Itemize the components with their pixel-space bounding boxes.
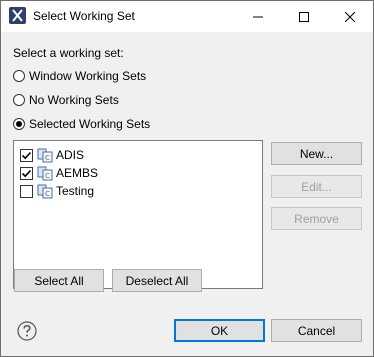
working-set-icon: C (37, 166, 53, 181)
checkmark-icon (21, 151, 32, 159)
working-set-list[interactable]: C ADIS C AEMBS C Testing (13, 140, 263, 289)
close-icon (345, 11, 355, 22)
radio-window-working-sets[interactable]: Window Working Sets (13, 68, 146, 84)
maximize-icon (299, 11, 309, 22)
window-title: Select Working Set (33, 9, 135, 23)
working-set-icon: C (37, 184, 53, 199)
deselect-all-button[interactable]: Deselect All (112, 269, 202, 292)
list-item-adis[interactable]: C ADIS (20, 146, 84, 164)
select-all-button[interactable]: Select All (14, 269, 104, 292)
svg-text:C: C (45, 172, 50, 180)
checkbox-unchecked[interactable] (20, 184, 33, 198)
radio-selected-working-sets[interactable]: Selected Working Sets (13, 116, 150, 132)
working-set-label: AEMBS (56, 166, 99, 180)
help-button[interactable] (17, 321, 37, 341)
working-set-label: Testing (56, 184, 95, 198)
checkbox-checked[interactable] (20, 166, 33, 180)
checkbox-checked[interactable] (20, 148, 33, 162)
title-bar[interactable]: Select Working Set (1, 1, 373, 32)
list-item-aembs[interactable]: C AEMBS (20, 164, 98, 182)
working-set-prompt: Select a working set: (13, 46, 124, 60)
radio-button-selected-icon[interactable] (13, 118, 25, 130)
svg-text:C: C (45, 190, 50, 198)
radio-button-icon[interactable] (13, 70, 25, 82)
eclipse-app-icon (9, 7, 26, 24)
new-button[interactable]: New... (271, 142, 362, 165)
help-icon (17, 321, 37, 341)
radio-label: Window Working Sets (29, 69, 147, 83)
select-working-set-dialog: Select Working Set Select a working set:… (0, 0, 374, 357)
svg-text:C: C (45, 154, 50, 162)
radio-label: No Working Sets (29, 93, 119, 107)
remove-button[interactable]: Remove (271, 207, 362, 230)
dialog-content: Select a working set: Window Working Set… (1, 32, 373, 356)
maximize-button[interactable] (281, 1, 327, 32)
cancel-button[interactable]: Cancel (271, 319, 362, 342)
close-button[interactable] (327, 1, 373, 32)
ok-button[interactable]: OK (174, 319, 265, 342)
edit-button[interactable]: Edit... (271, 175, 362, 198)
checkmark-icon (21, 169, 32, 177)
radio-label: Selected Working Sets (29, 117, 151, 131)
minimize-icon (253, 16, 263, 17)
radio-no-working-sets[interactable]: No Working Sets (13, 92, 119, 108)
minimize-button[interactable] (235, 1, 281, 32)
working-set-label: ADIS (56, 148, 85, 162)
radio-button-icon[interactable] (13, 94, 25, 106)
working-set-icon: C (37, 148, 53, 163)
list-item-testing[interactable]: C Testing (20, 182, 94, 200)
